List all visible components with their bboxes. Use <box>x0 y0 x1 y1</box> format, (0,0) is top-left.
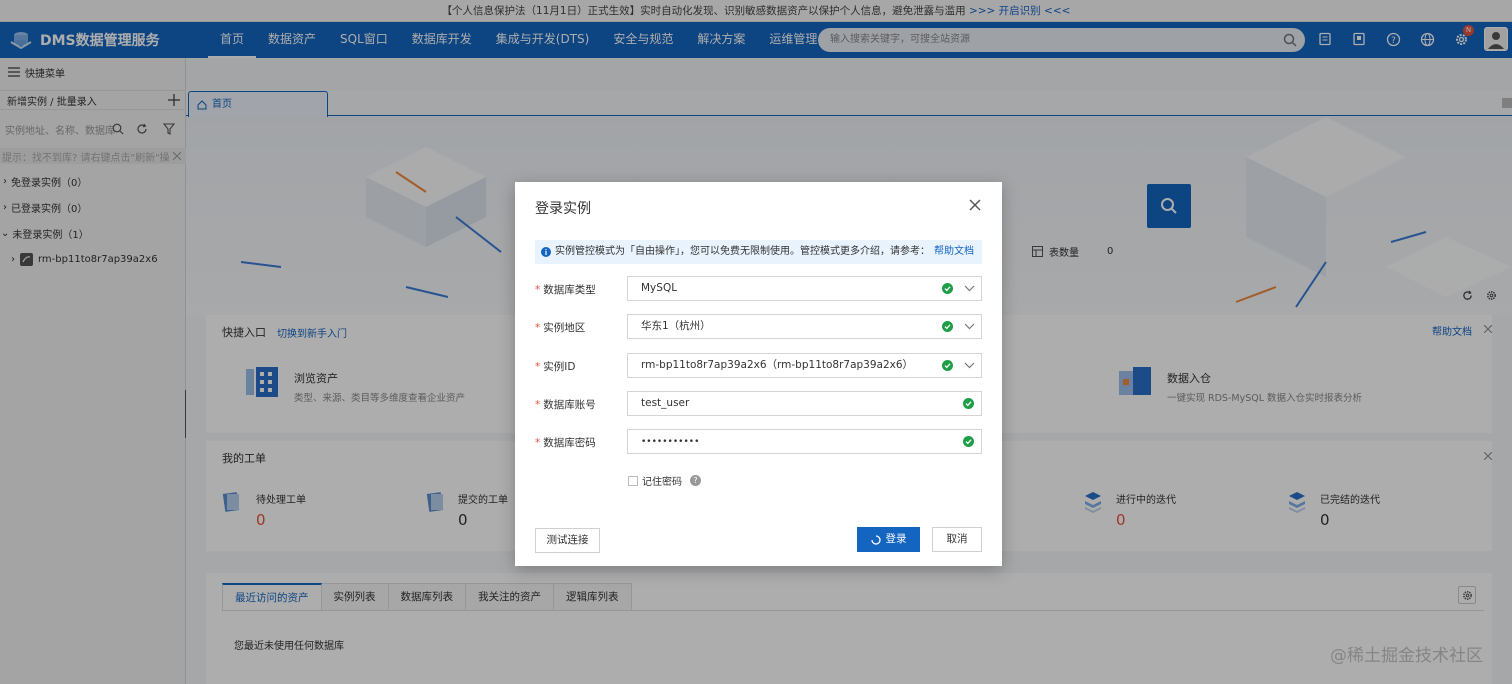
db-account-input[interactable]: test_user <box>627 391 982 416</box>
check-circle-icon <box>942 360 953 371</box>
region-label: * 实例地区 <box>535 322 586 334</box>
check-circle-icon <box>942 283 953 294</box>
close-icon[interactable] <box>967 197 983 213</box>
login-button-label: 登录 <box>885 533 907 545</box>
db-type-select[interactable]: MySQL <box>627 276 982 301</box>
remember-checkbox[interactable] <box>628 475 638 486</box>
db-type-label: * 数据库类型 <box>535 284 596 296</box>
login-instance-dialog: 登录实例 实例管控模式为「自由操作」，您可以免费无限制使用。管控模式更多介绍，请… <box>515 182 1002 566</box>
info-text: 实例管控模式为「自由操作」，您可以免费无限制使用。管控模式更多介绍，请参考： <box>555 246 930 257</box>
chevron-down-icon <box>964 362 975 369</box>
info-icon <box>541 247 551 257</box>
info-help-link[interactable]: 帮助文档 <box>934 240 974 264</box>
cancel-button[interactable]: 取消 <box>932 527 982 552</box>
dialog-title: 登录实例 <box>535 201 591 217</box>
region-value: 华东1（杭州） <box>641 320 711 332</box>
help-icon[interactable]: ? <box>690 475 701 486</box>
db-password-label: * 数据库密码 <box>535 437 596 449</box>
watermark: @稀土掘金技术社区 <box>1330 646 1483 666</box>
check-circle-icon <box>963 436 974 447</box>
instance-id-label: * 实例ID <box>535 361 576 373</box>
check-circle-icon <box>963 398 974 409</box>
remember-password[interactable]: 记住密码 ? <box>628 473 701 488</box>
instance-id-select[interactable]: rm-bp11to8r7ap39a2x6（rm-bp11to8r7ap39a2x… <box>627 353 982 378</box>
loading-spinner-icon <box>870 534 881 545</box>
region-select[interactable]: 华东1（杭州） <box>627 314 982 339</box>
info-banner: 实例管控模式为「自由操作」，您可以免费无限制使用。管控模式更多介绍，请参考： 帮助… <box>535 240 982 264</box>
db-password-value: ••••••••••• <box>641 437 700 447</box>
db-password-input[interactable]: ••••••••••• <box>627 429 982 454</box>
check-circle-icon <box>942 321 953 332</box>
instance-id-value: rm-bp11to8r7ap39a2x6（rm-bp11to8r7ap39a2x… <box>641 359 914 371</box>
test-connection-button[interactable]: 测试连接 <box>535 528 600 553</box>
db-type-value: MySQL <box>641 282 678 294</box>
chevron-down-icon <box>964 323 975 330</box>
db-account-value: test_user <box>641 397 690 409</box>
db-account-label: * 数据库账号 <box>535 399 596 411</box>
remember-label: 记住密码 <box>642 477 682 488</box>
login-button[interactable]: 登录 <box>857 527 920 552</box>
chevron-down-icon <box>964 285 975 292</box>
